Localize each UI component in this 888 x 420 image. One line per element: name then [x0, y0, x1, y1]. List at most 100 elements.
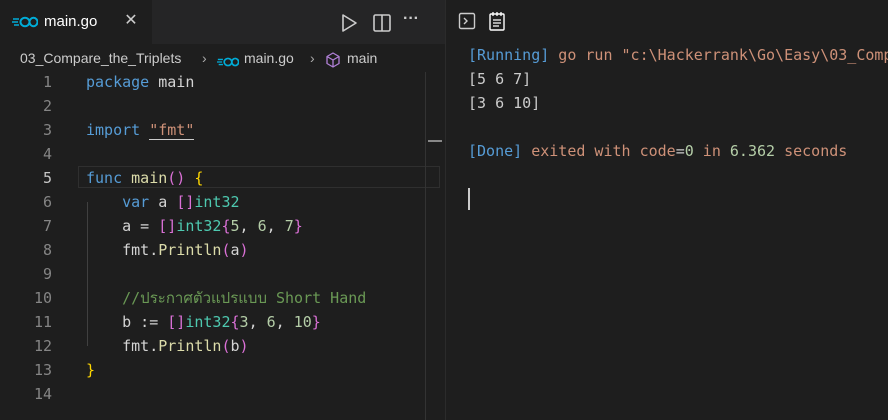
text-cursor — [468, 188, 470, 210]
punctuation: , — [266, 217, 285, 235]
punctuation: , — [275, 313, 294, 331]
line-number: 14 — [33, 385, 52, 403]
line-number: 2 — [42, 97, 52, 115]
code-line: 6 var a []int32 — [0, 190, 445, 214]
line-number: 9 — [42, 265, 52, 283]
keyword: import — [86, 121, 141, 139]
bracket: } — [86, 361, 96, 379]
bracket: [] — [158, 217, 177, 235]
code-line: 4 — [0, 142, 445, 166]
split-editor-icon[interactable] — [371, 12, 393, 34]
line-number: 10 — [33, 289, 52, 307]
code-line: 9 — [0, 262, 445, 286]
bracket: [] — [176, 193, 195, 211]
type-name: int32 — [185, 313, 231, 331]
code-line: 2 — [0, 94, 445, 118]
code-line: 13 } — [0, 358, 445, 382]
function-name: Println — [158, 241, 222, 259]
bracket: { — [230, 313, 240, 331]
function-name: main — [122, 169, 168, 187]
identifier: a — [149, 193, 177, 211]
line-number: 6 — [42, 193, 52, 211]
line-number: 8 — [42, 241, 52, 259]
identifier: b := — [122, 313, 168, 331]
bracket: ) — [239, 337, 249, 355]
string-literal: "fmt" — [149, 121, 195, 140]
go-file-icon — [12, 16, 38, 28]
code-line: 1 package main — [0, 70, 445, 94]
output-line-done: [Done] exited with code=0 in 6.362 secon… — [468, 142, 847, 160]
minimap-border — [425, 72, 426, 420]
line-number: 7 — [42, 217, 52, 235]
line-number: 11 — [33, 313, 52, 331]
type-name: int32 — [194, 193, 240, 211]
code-line: 14 — [0, 382, 445, 406]
package-ref: fmt. — [122, 337, 159, 355]
type-name: int32 — [176, 217, 222, 235]
code-line: 5 func main() { — [0, 166, 445, 190]
number: 3 — [239, 313, 249, 331]
line-number: 5 — [42, 169, 52, 187]
output-line: [5 6 7] — [468, 70, 532, 88]
identifier: b — [230, 337, 240, 355]
tab-label: main.go — [44, 13, 98, 30]
keyword: func — [86, 169, 123, 187]
bracket: { — [185, 169, 204, 187]
number: 5 — [230, 217, 240, 235]
identifier: a = — [122, 217, 159, 235]
identifier: a — [230, 241, 240, 259]
code-line: 11 b := []int32{3, 6, 10} — [0, 310, 445, 334]
scrollbar-position-marker[interactable] — [428, 140, 442, 142]
exit-code-value: 0 — [684, 142, 694, 160]
breadcrumb-symbol[interactable]: main — [347, 50, 377, 66]
code-line: 8 fmt.Println(a) — [0, 238, 445, 262]
bracket: [] — [167, 313, 186, 331]
done-text: seconds — [775, 142, 848, 160]
breadcrumb-file[interactable]: main.go — [244, 50, 294, 66]
exit-code-label: code — [639, 142, 676, 160]
run-command: go run "c:\Hackerrank\Go\Easy\03_Compare… — [558, 46, 888, 64]
package-ref: fmt. — [122, 241, 159, 259]
keyword: var — [122, 193, 150, 211]
editor-tab-bar: main.go ✕ ··· — [0, 0, 445, 44]
done-text: in — [693, 142, 730, 160]
editor-pane: main.go ✕ ··· 03_Compare_the_Triplets › … — [0, 0, 445, 420]
line-number: 12 — [33, 337, 52, 355]
play-icon[interactable] — [338, 12, 360, 34]
keyword: package — [86, 73, 150, 91]
bracket: ( — [221, 241, 231, 259]
output-line-running: [Running] go run "c:\Hackerrank\Go\Easy\… — [468, 46, 888, 64]
bracket: ( — [221, 337, 231, 355]
line-number: 3 — [42, 121, 52, 139]
terminal-icon[interactable] — [458, 12, 476, 30]
more-actions-icon[interactable]: ··· — [403, 10, 425, 32]
done-text: exited with — [522, 142, 640, 160]
output-icon[interactable] — [488, 11, 506, 31]
output-tab-bar — [446, 0, 888, 40]
code-line: 7 a = []int32{5, 6, 7} — [0, 214, 445, 238]
identifier: main — [149, 73, 195, 91]
bracket: () — [167, 169, 186, 187]
punctuation: , — [239, 217, 258, 235]
running-tag: [Running] — [468, 46, 550, 64]
tab-main-go[interactable]: main.go ✕ — [0, 0, 152, 44]
close-icon[interactable]: ✕ — [122, 12, 140, 30]
cube-symbol-icon — [326, 52, 340, 68]
number: 6 — [257, 217, 267, 235]
function-name: Println — [158, 337, 222, 355]
bracket: } — [311, 313, 321, 331]
code-line: 12 fmt.Println(b) — [0, 334, 445, 358]
breadcrumb-separator: › — [310, 50, 315, 66]
code-line: 10 //ประกาศตัวแปรแบบ Short Hand — [0, 286, 445, 310]
code-line: 3 import "fmt" — [0, 118, 445, 142]
bracket: } — [293, 217, 303, 235]
number: 6 — [266, 313, 276, 331]
go-file-icon — [217, 57, 239, 67]
breadcrumb-folder[interactable]: 03_Compare_the_Triplets — [20, 50, 181, 66]
equals-sign: = — [675, 142, 685, 160]
output-pane: [Running] go run "c:\Hackerrank\Go\Easy\… — [446, 0, 888, 420]
bracket: { — [221, 217, 231, 235]
punctuation: , — [248, 313, 267, 331]
line-number: 13 — [33, 361, 52, 379]
breadcrumb-separator: › — [202, 50, 207, 66]
